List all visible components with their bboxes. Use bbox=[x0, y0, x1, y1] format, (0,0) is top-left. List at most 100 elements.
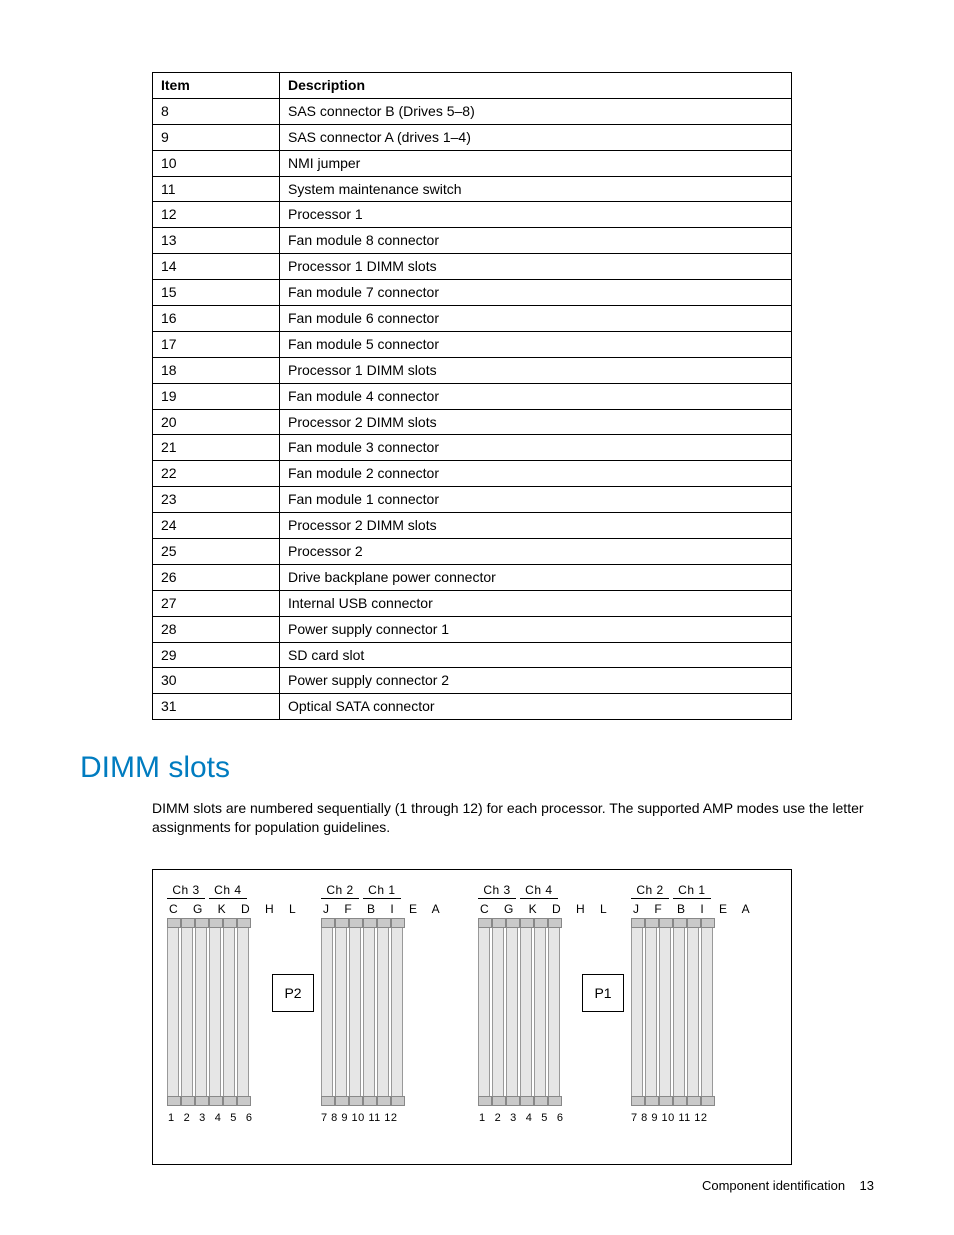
channel-header: Ch 2 Ch 1 bbox=[631, 882, 756, 899]
dimm-group: Ch 2 Ch 1J F B I E A7 8 9 10 11 12 bbox=[321, 882, 446, 1126]
cell-desc: Drive backplane power connector bbox=[280, 564, 792, 590]
number-row: 7 8 9 10 11 12 bbox=[631, 1111, 756, 1126]
dimm-slot bbox=[520, 919, 532, 1105]
cell-desc: Fan module 7 connector bbox=[280, 280, 792, 306]
cell-item: 15 bbox=[153, 280, 280, 306]
table-row: 9SAS connector A (drives 1–4) bbox=[153, 124, 792, 150]
cell-desc: System maintenance switch bbox=[280, 176, 792, 202]
cell-item: 20 bbox=[153, 409, 280, 435]
table-row: 30Power supply connector 2 bbox=[153, 668, 792, 694]
dimm-slot bbox=[209, 919, 221, 1105]
cell-item: 29 bbox=[153, 642, 280, 668]
letter-row: J F B I E A bbox=[321, 901, 446, 917]
cell-desc: NMI jumper bbox=[280, 150, 792, 176]
cell-desc: Power supply connector 2 bbox=[280, 668, 792, 694]
channel-header: Ch 2 Ch 1 bbox=[321, 882, 446, 899]
dimm-slot bbox=[548, 919, 560, 1105]
table-row: 10NMI jumper bbox=[153, 150, 792, 176]
table-row: 13Fan module 8 connector bbox=[153, 228, 792, 254]
table-row: 21Fan module 3 connector bbox=[153, 435, 792, 461]
cell-desc: Processor 1 bbox=[280, 202, 792, 228]
table-row: 22Fan module 2 connector bbox=[153, 461, 792, 487]
cell-desc: Processor 1 DIMM slots bbox=[280, 357, 792, 383]
cell-desc: Processor 1 DIMM slots bbox=[280, 254, 792, 280]
dimm-slot bbox=[195, 919, 207, 1105]
dimm-slot bbox=[181, 919, 193, 1105]
table-row: 29SD card slot bbox=[153, 642, 792, 668]
cell-item: 16 bbox=[153, 306, 280, 332]
cell-item: 9 bbox=[153, 124, 280, 150]
table-row: 8SAS connector B (Drives 5–8) bbox=[153, 98, 792, 124]
cell-item: 28 bbox=[153, 616, 280, 642]
table-row: 27Internal USB connector bbox=[153, 590, 792, 616]
dimm-slot bbox=[687, 919, 699, 1105]
cell-item: 11 bbox=[153, 176, 280, 202]
cell-desc: SD card slot bbox=[280, 642, 792, 668]
dimm-slot bbox=[349, 919, 361, 1105]
dimm-slot bbox=[167, 919, 179, 1105]
channel-header: Ch 3 Ch 4 bbox=[478, 882, 613, 899]
dimm-slot bbox=[701, 919, 713, 1105]
cell-desc: Fan module 1 connector bbox=[280, 487, 792, 513]
cell-desc: Fan module 2 connector bbox=[280, 461, 792, 487]
dimm-group: Ch 3 Ch 4 C G K D H L 1 2 3 4 5 6 bbox=[478, 882, 613, 1126]
cell-item: 25 bbox=[153, 539, 280, 565]
table-row: 15Fan module 7 connector bbox=[153, 280, 792, 306]
table-row: 19Fan module 4 connector bbox=[153, 383, 792, 409]
cell-item: 26 bbox=[153, 564, 280, 590]
dimm-slot bbox=[534, 919, 546, 1105]
table-row: 18Processor 1 DIMM slots bbox=[153, 357, 792, 383]
channel-header: Ch 3 Ch 4 bbox=[167, 882, 302, 899]
dimm-slot bbox=[391, 919, 403, 1105]
dimm-slot bbox=[659, 919, 671, 1105]
table-row: 26Drive backplane power connector bbox=[153, 564, 792, 590]
table-row: 25Processor 2 bbox=[153, 539, 792, 565]
letter-row: J F B I E A bbox=[631, 901, 756, 917]
cell-desc: Power supply connector 1 bbox=[280, 616, 792, 642]
cell-item: 8 bbox=[153, 98, 280, 124]
dimm-slot bbox=[673, 919, 685, 1105]
dimm-slot bbox=[506, 919, 518, 1105]
cell-item: 17 bbox=[153, 331, 280, 357]
dimm-slot bbox=[631, 919, 643, 1105]
footer-section: Component identification bbox=[702, 1178, 845, 1193]
dimm-slot bbox=[335, 919, 347, 1105]
dimm-slot bbox=[321, 919, 333, 1105]
cell-desc: Processor 2 DIMM slots bbox=[280, 513, 792, 539]
cell-item: 12 bbox=[153, 202, 280, 228]
page-footer: Component identification 13 bbox=[702, 1177, 874, 1195]
cell-item: 14 bbox=[153, 254, 280, 280]
cell-desc: Fan module 6 connector bbox=[280, 306, 792, 332]
table-row: 17Fan module 5 connector bbox=[153, 331, 792, 357]
table-row: 16Fan module 6 connector bbox=[153, 306, 792, 332]
cell-desc: Fan module 3 connector bbox=[280, 435, 792, 461]
slot-row bbox=[321, 919, 446, 1105]
body-paragraph: DIMM slots are numbered sequentially (1 … bbox=[152, 799, 872, 837]
cell-item: 30 bbox=[153, 668, 280, 694]
table-row: 31Optical SATA connector bbox=[153, 694, 792, 720]
table-row: 28Power supply connector 1 bbox=[153, 616, 792, 642]
cell-item: 13 bbox=[153, 228, 280, 254]
cell-desc: Processor 2 DIMM slots bbox=[280, 409, 792, 435]
cell-item: 23 bbox=[153, 487, 280, 513]
number-row: 1 2 3 4 5 6 bbox=[167, 1111, 302, 1126]
cell-desc: Processor 2 bbox=[280, 539, 792, 565]
cell-item: 24 bbox=[153, 513, 280, 539]
cell-item: 22 bbox=[153, 461, 280, 487]
component-table: Item Description 8SAS connector B (Drive… bbox=[152, 72, 792, 720]
table-row: 20Processor 2 DIMM slots bbox=[153, 409, 792, 435]
dimm-slot bbox=[377, 919, 389, 1105]
letter-row: C G K D H L bbox=[167, 901, 302, 917]
cell-desc: SAS connector B (Drives 5–8) bbox=[280, 98, 792, 124]
footer-page: 13 bbox=[860, 1178, 874, 1193]
cell-item: 21 bbox=[153, 435, 280, 461]
cell-item: 10 bbox=[153, 150, 280, 176]
letter-row: C G K D H L bbox=[478, 901, 613, 917]
number-row: 1 2 3 4 5 6 bbox=[478, 1111, 613, 1126]
cell-desc: Fan module 8 connector bbox=[280, 228, 792, 254]
dimm-slot bbox=[223, 919, 235, 1105]
cell-desc: Internal USB connector bbox=[280, 590, 792, 616]
section-heading: DIMM slots bbox=[80, 748, 875, 789]
table-row: 12Processor 1 bbox=[153, 202, 792, 228]
th-desc: Description bbox=[280, 73, 792, 99]
